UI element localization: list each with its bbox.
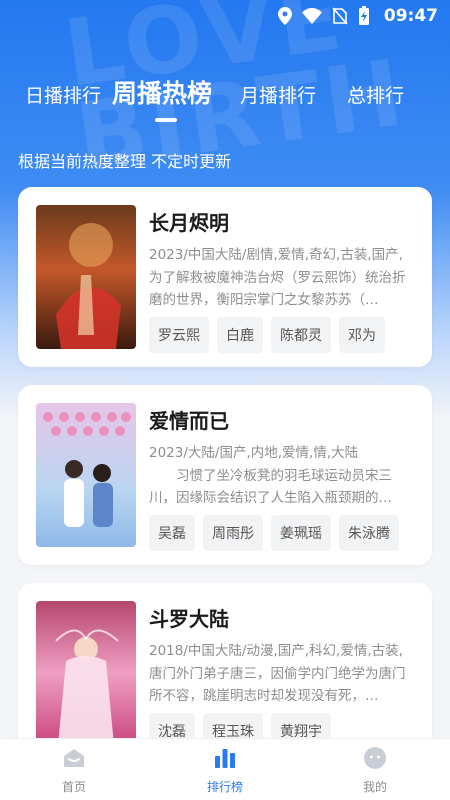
status-time: 09:47 bbox=[383, 6, 438, 26]
actor-tag[interactable]: 姜珮瑶 bbox=[271, 515, 331, 551]
actor-tag[interactable]: 罗云熙 bbox=[149, 317, 209, 353]
nav-ranking[interactable]: 排行榜 bbox=[175, 739, 275, 800]
ranking-tabs: 日播排行 周播热榜 月播排行 总排行 bbox=[0, 72, 450, 116]
nav-home-label: 首页 bbox=[61, 780, 86, 794]
poster-image[interactable] bbox=[36, 205, 136, 349]
nav-ranking-label: 排行榜 bbox=[206, 780, 243, 794]
card-title: 长月烬明 bbox=[149, 211, 229, 235]
status-bar: 09:47 bbox=[0, 0, 450, 32]
card-meta: 2023/大陆/国产,内地,爱情,情,大陆 bbox=[149, 445, 359, 461]
nav-mine[interactable]: 我的 bbox=[325, 739, 425, 800]
card-meta: 2023/中国大陆/剧情,爱情,奇幻,古装,国产, bbox=[149, 247, 403, 263]
no-sim-icon bbox=[332, 7, 348, 25]
location-icon bbox=[277, 7, 292, 25]
battery-charging-icon bbox=[358, 6, 369, 25]
actor-tag[interactable]: 陈都灵 bbox=[271, 317, 331, 353]
bar-chart-icon bbox=[215, 749, 235, 768]
poster-image[interactable] bbox=[36, 601, 136, 745]
ranking-card[interactable]: 斗罗大陆 2018/中国大陆/动漫,国产,科幻,爱情,古装, 唐门外门弟子唐三，… bbox=[18, 583, 432, 763]
card-title: 爱情而已 bbox=[149, 409, 229, 433]
tab-weekly[interactable]: 周播热榜 bbox=[112, 74, 212, 110]
profile-face-icon bbox=[364, 747, 386, 769]
wifi-icon bbox=[301, 8, 322, 24]
actor-tags: 罗云熙 白鹿 陈都灵 邓为 bbox=[149, 317, 385, 353]
tab-daily[interactable]: 日播排行 bbox=[25, 81, 101, 108]
actor-tag[interactable]: 朱泳腾 bbox=[339, 515, 399, 551]
card-title: 斗罗大陆 bbox=[149, 607, 229, 631]
card-description: 习惯了坐冷板凳的羽毛球运动员宋三川，因缘际会结识了人生陷入瓶颈期的… bbox=[149, 468, 392, 506]
ranking-subtitle: 根据当前热度整理 不定时更新 bbox=[18, 152, 232, 171]
card-description: 唐门外门弟子唐三，因偷学内门绝学为唐门所不容，跳崖明志时却发现没有死，… bbox=[149, 666, 406, 704]
active-tab-indicator bbox=[155, 118, 177, 122]
actor-tag[interactable]: 邓为 bbox=[339, 317, 385, 353]
tab-total[interactable]: 总排行 bbox=[347, 81, 404, 108]
actor-tags: 吴磊 周雨彤 姜珮瑶 朱泳腾 bbox=[149, 515, 399, 551]
nav-home[interactable]: 首页 bbox=[24, 739, 124, 800]
card-description: 为了解救被魔神浩台烬（罗云熙饰）统治折磨的世界，衡阳宗掌门之女黎苏苏（… bbox=[149, 270, 406, 308]
ranking-card[interactable]: 爱情而已 2023/大陆/国产,内地,爱情,情,大陆 习惯了坐冷板凳的羽毛球运动… bbox=[18, 385, 432, 565]
nav-mine-label: 我的 bbox=[362, 780, 387, 794]
poster-image[interactable] bbox=[36, 403, 136, 547]
actor-tag[interactable]: 吴磊 bbox=[149, 515, 195, 551]
actor-tag[interactable]: 白鹿 bbox=[217, 317, 263, 353]
home-icon bbox=[64, 749, 84, 767]
tab-monthly[interactable]: 月播排行 bbox=[240, 81, 316, 108]
card-meta: 2018/中国大陆/动漫,国产,科幻,爱情,古装, bbox=[149, 643, 403, 659]
bottom-navigation: 首页 排行榜 我的 bbox=[0, 738, 450, 800]
actor-tag[interactable]: 周雨彤 bbox=[203, 515, 263, 551]
ranking-card[interactable]: 长月烬明 2023/中国大陆/剧情,爱情,奇幻,古装,国产, 为了解救被魔神浩台… bbox=[18, 187, 432, 367]
